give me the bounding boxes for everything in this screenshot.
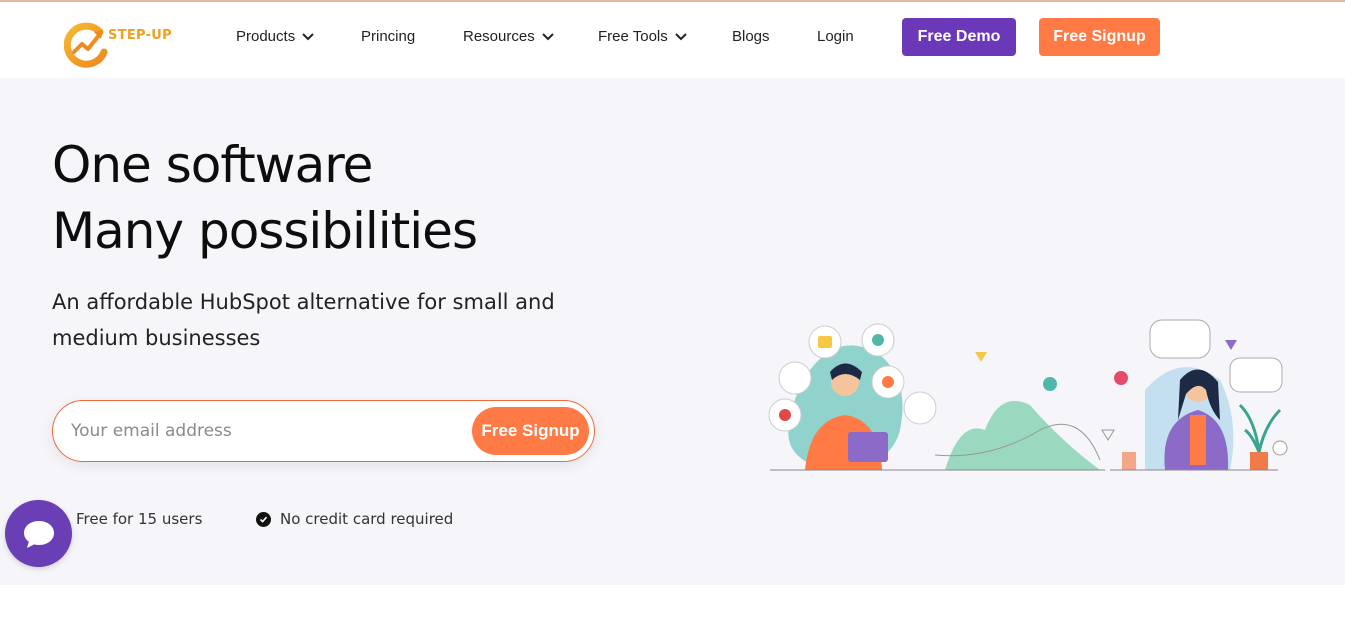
free-signup-form-button[interactable]: Free Signup [472,407,589,455]
chat-widget-button[interactable] [5,500,72,567]
nav-free-tools[interactable]: Free Tools [598,28,688,45]
perk-no-card: No credit card required [256,510,453,528]
perk-free-users: Free for 15 users [52,510,202,528]
hero-illustration [768,319,1288,471]
nav-resources[interactable]: Resources [463,28,555,45]
logo-icon [64,22,108,68]
hero-section: One software Many possibilities An affor… [0,78,1345,585]
chevron-down-icon [302,32,314,40]
nav-resources-label: Resources [463,28,535,45]
nav-products[interactable]: Products [236,28,315,45]
chevron-down-icon [675,32,687,40]
signup-form: Free Signup [52,400,595,462]
page: STEP-UP Products Princing Resources Free… [0,0,1345,631]
perk-no-card-label: No credit card required [280,510,454,528]
nav-blogs-label: Blogs [732,28,770,45]
nav-pricing[interactable]: Princing [361,28,415,45]
nav-login-label: Login [817,28,854,45]
free-signup-header-button[interactable]: Free Signup [1039,18,1160,56]
chevron-down-icon [541,32,554,40]
hero-headline-line2: Many possibilities [52,202,478,260]
email-input[interactable] [71,415,451,447]
perk-free-users-label: Free for 15 users [76,510,203,528]
nav-free-tools-label: Free Tools [598,28,668,45]
site-header: STEP-UP Products Princing Resources Free… [0,2,1345,78]
hero-headline-line1: One software [52,136,373,194]
hero-subtitle: An affordable HubSpot alternative for sm… [52,290,555,350]
check-circle-icon [256,511,271,527]
free-demo-button[interactable]: Free Demo [902,18,1016,56]
nav-products-label: Products [236,28,296,45]
chat-icon [23,520,54,548]
logo[interactable]: STEP-UP [64,22,184,68]
nav-login[interactable]: Login [817,28,854,45]
logo-text: STEP-UP [108,28,172,43]
nav-blogs[interactable]: Blogs [732,28,770,45]
nav-pricing-label: Princing [361,28,416,45]
